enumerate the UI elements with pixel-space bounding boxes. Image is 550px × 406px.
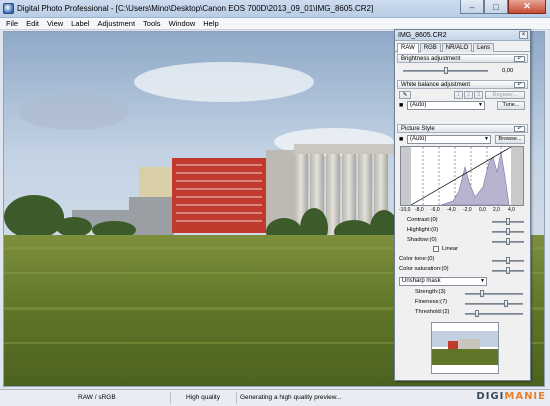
status-color-mode: RAW / sRGB <box>78 394 116 401</box>
shadow-slider-thumb[interactable] <box>506 238 510 245</box>
picture-style-section: Picture Style ↶ ■ (Auto) ▼ Browse... -10… <box>397 124 528 379</box>
wb-preset-3[interactable]: 3 <box>474 91 483 99</box>
histogram-tick-5: 0,0 <box>479 207 486 213</box>
histogram-tick-2: -6,0 <box>431 207 440 213</box>
watermark-part-b: MANIE <box>504 391 546 402</box>
menu-tools[interactable]: Tools <box>139 19 165 28</box>
sharpness-mode-value: Unsharp mask <box>402 278 441 284</box>
white-balance-reset-icon[interactable]: ↶ <box>514 82 525 88</box>
histogram-tick-0: -10,0 <box>399 207 411 213</box>
tune-button[interactable]: Tune... <box>497 101 525 110</box>
white-balance-dropdown[interactable]: (Auto) ▼ <box>407 101 485 110</box>
fineness-label: Fineness:(7) <box>415 299 448 305</box>
palette-title-bar: IMG_8605.CR2 × <box>395 30 530 41</box>
window-title: Digital Photo Professional - [C:\Users\M… <box>17 4 374 13</box>
menu-window[interactable]: Window <box>165 19 200 28</box>
brightness-label: Brightness adjustment <box>401 56 461 62</box>
brightness-reset-icon[interactable]: ↶ <box>514 56 525 62</box>
linear-checkbox[interactable] <box>433 246 439 252</box>
brightness-slider-thumb[interactable] <box>443 67 448 74</box>
maximize-button[interactable]: □ <box>484 0 508 14</box>
status-quality: High quality <box>186 394 220 401</box>
tone-curve-histogram[interactable] <box>400 146 524 206</box>
tab-nr-alo[interactable]: NR/ALO <box>441 43 473 52</box>
contrast-slider-thumb[interactable] <box>506 218 510 225</box>
app-icon <box>3 3 14 14</box>
status-bar: RAW / sRGB High quality Generating a hig… <box>0 389 550 406</box>
minimize-button[interactable]: – <box>460 0 484 14</box>
fineness-slider-thumb[interactable] <box>503 300 508 307</box>
strength-label: Strength:(3) <box>415 289 446 295</box>
tab-rgb[interactable]: RGB <box>419 43 441 52</box>
palette-tabs: RAW RGB NR/ALO Lens <box>395 41 530 53</box>
register-button[interactable]: Register... <box>485 91 525 99</box>
eyedropper-button[interactable]: ✎ <box>399 91 411 99</box>
menu-help[interactable]: Help <box>199 19 222 28</box>
navigator-thumbnail[interactable] <box>431 322 499 374</box>
white-balance-mode: (Auto) <box>410 102 427 108</box>
tool-palette[interactable]: IMG_8605.CR2 × RAW RGB NR/ALO Lens Brigh… <box>394 29 531 381</box>
tab-lens[interactable]: Lens <box>473 43 495 52</box>
fineness-slider[interactable] <box>465 303 523 305</box>
strength-slider[interactable] <box>465 293 523 295</box>
camera-icon: ■ <box>399 136 404 143</box>
strength-slider-thumb[interactable] <box>480 290 485 297</box>
watermark-part-a: DIGI <box>476 391 505 402</box>
menu-adjustment[interactable]: Adjustment <box>94 19 140 28</box>
camera-icon: ■ <box>399 102 404 109</box>
status-divider <box>236 392 237 404</box>
menu-view[interactable]: View <box>43 19 67 28</box>
picture-style-reset-icon[interactable]: ↶ <box>514 126 525 132</box>
picture-style-label: Picture Style <box>401 126 435 132</box>
chevron-down-icon: ▼ <box>480 278 485 284</box>
threshold-label: Threshold:(2) <box>415 309 450 315</box>
white-balance-header: White balance adjustment ↶ <box>397 80 528 89</box>
close-button[interactable]: ✕ <box>508 0 546 14</box>
menu-file[interactable]: File <box>2 19 22 28</box>
menu-label[interactable]: Label <box>67 19 93 28</box>
browse-button[interactable]: Browse... <box>495 135 525 144</box>
palette-close-button[interactable]: × <box>519 31 528 39</box>
contrast-label: Contrast:(0) <box>407 217 438 223</box>
color-tone-label: Color tone:(0) <box>399 256 435 262</box>
histogram-tick-3: -4,0 <box>447 207 456 213</box>
color-saturation-slider-thumb[interactable] <box>506 267 510 274</box>
histogram-tick-4: -2,0 <box>463 207 472 213</box>
histogram-tick-7: 4,0 <box>508 207 515 213</box>
tab-raw[interactable]: RAW <box>397 43 419 53</box>
brightness-header: Brightness adjustment ↶ <box>397 54 528 63</box>
picture-style-dropdown[interactable]: (Auto) ▼ <box>407 135 491 144</box>
status-divider <box>170 392 171 404</box>
threshold-slider-thumb[interactable] <box>474 310 479 317</box>
picture-style-header: Picture Style ↶ <box>397 124 528 133</box>
histogram-tick-1: -8,0 <box>415 207 424 213</box>
histogram-graph <box>401 146 523 206</box>
linear-label: Linear <box>442 246 459 252</box>
wb-preset-1[interactable]: 1 <box>454 91 463 99</box>
menu-edit[interactable]: Edit <box>22 19 43 28</box>
color-saturation-label: Color saturation:(0) <box>399 266 449 272</box>
highlight-label: Highlight:(0) <box>407 227 439 233</box>
chevron-down-icon: ▼ <box>478 102 483 108</box>
brightness-section: Brightness adjustment ↶ 0,00 <box>397 54 528 78</box>
window-controls: – □ ✕ <box>460 0 546 15</box>
histogram-tick-6: 2,0 <box>493 207 500 213</box>
title-bar: Digital Photo Professional - [C:\Users\M… <box>0 0 550 18</box>
white-balance-label: White balance adjustment <box>401 82 471 88</box>
highlight-slider-thumb[interactable] <box>506 228 510 235</box>
palette-title: IMG_8605.CR2 <box>398 32 447 39</box>
thumbnail-image <box>432 323 498 373</box>
picture-style-value: (Auto) <box>410 136 427 142</box>
shadow-label: Shadow:(0) <box>407 237 437 243</box>
white-balance-section: White balance adjustment ↶ ✎ 1 2 3 Regis… <box>397 80 528 116</box>
brightness-value: 0,00 <box>502 68 514 74</box>
watermark-logo: DIGIMANIE <box>476 391 546 402</box>
chevron-down-icon: ▼ <box>484 136 489 142</box>
color-tone-slider-thumb[interactable] <box>506 257 510 264</box>
status-message: Generating a high quality preview... <box>240 394 342 401</box>
wb-preset-2[interactable]: 2 <box>464 91 473 99</box>
sharpness-mode-dropdown[interactable]: Unsharp mask ▼ <box>399 277 487 286</box>
